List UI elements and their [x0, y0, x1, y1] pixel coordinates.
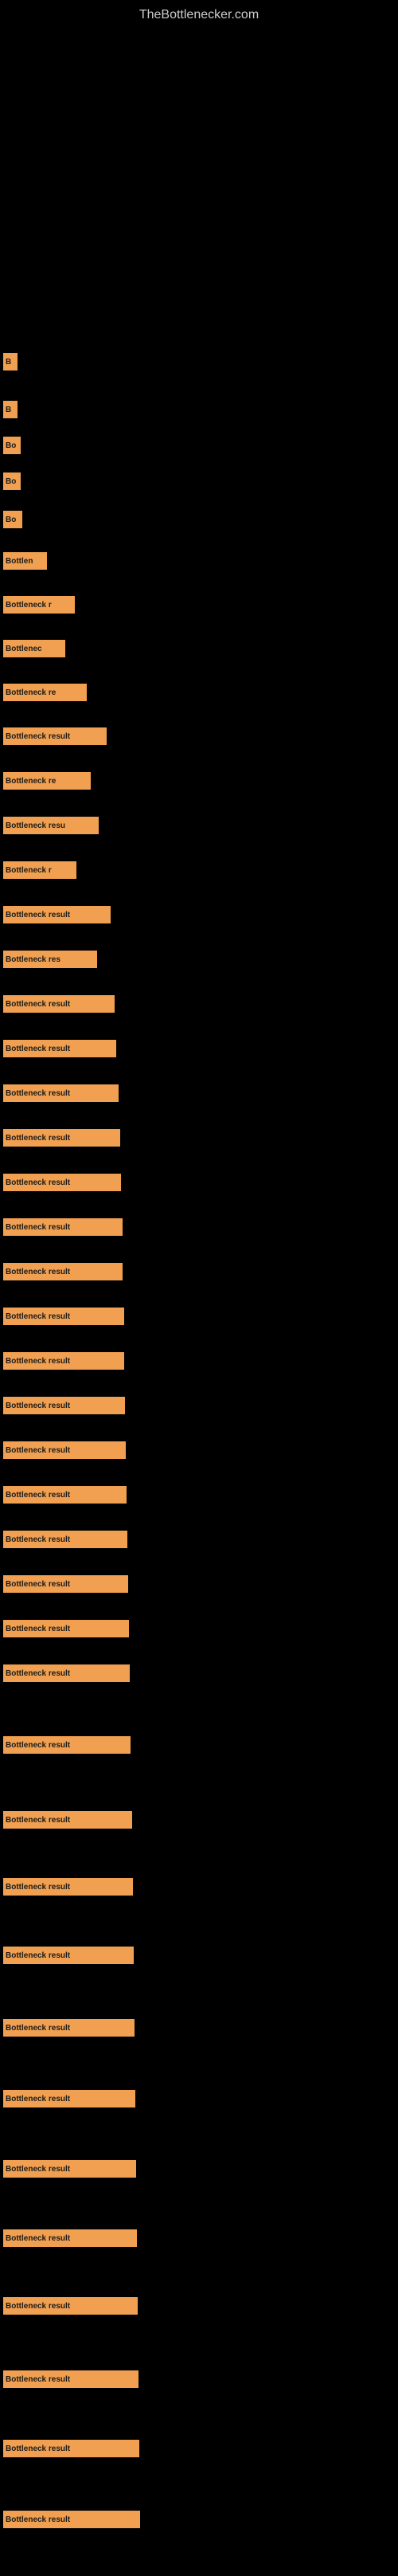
bar-item: Bottleneck result	[3, 2370, 139, 2388]
bar-label: Bo	[6, 441, 16, 450]
bar-item: Bottleneck result	[3, 2160, 136, 2178]
bar-item: Bottleneck result	[3, 1531, 127, 1548]
bar-item: Bo	[3, 437, 21, 454]
bar-item: Bottleneck result	[3, 1129, 120, 1147]
bar-item: B	[3, 353, 18, 371]
bar-item: Bottleneck result	[3, 1664, 130, 1682]
bar-label: Bottleneck result	[6, 732, 70, 741]
bar-item: Bottleneck result	[3, 1947, 134, 1964]
bar-item: Bottleneck result	[3, 1575, 128, 1593]
bar-item: Bottleneck result	[3, 1878, 133, 1896]
bar-item: Bottleneck result	[3, 1441, 126, 1459]
bar-item: Bottleneck result	[3, 1352, 124, 1370]
bar-item: B	[3, 401, 18, 418]
bar-item: Bottleneck resu	[3, 817, 99, 834]
bar-item: Bottleneck result	[3, 1397, 125, 1414]
bar-label: Bottleneck result	[6, 1816, 70, 1825]
bar-item: Bottleneck result	[3, 1040, 116, 1057]
bar-label: B	[6, 358, 11, 367]
bar-label: Bottleneck result	[6, 1089, 70, 1098]
bar-label: Bottleneck result	[6, 2234, 70, 2243]
bar-item: Bottleneck result	[3, 1308, 124, 1325]
bar-label: Bottleneck result	[6, 1491, 70, 1500]
bar-label: Bottleneck re	[6, 688, 56, 697]
bar-label: Bottleneck result	[6, 1268, 70, 1276]
bar-label: Bottlen	[6, 557, 33, 566]
bar-label: Bottleneck result	[6, 1223, 70, 1232]
bar-label: Bottleneck result	[6, 1669, 70, 1678]
bar-label: Bottleneck result	[6, 1446, 70, 1455]
bar-label: Bottleneck result	[6, 1741, 70, 1750]
bar-item: Bottlenec	[3, 640, 65, 657]
bar-label: Bottleneck result	[6, 1178, 70, 1187]
bar-label: Bottleneck result	[6, 2445, 70, 2453]
bar-label: Bottleneck result	[6, 1535, 70, 1544]
bar-item: Bottleneck r	[3, 596, 75, 614]
bar-label: Bottleneck r	[6, 866, 52, 875]
bar-label: Bottleneck result	[6, 1312, 70, 1321]
bar-label: Bottlenec	[6, 645, 42, 653]
bar-item: Bottleneck result	[3, 2229, 137, 2247]
bar-label: Bo	[6, 516, 16, 524]
bar-item: Bottleneck result	[3, 1811, 132, 1829]
bar-item: Bottleneck result	[3, 2440, 139, 2457]
bar-item: Bottleneck result	[3, 1620, 129, 1637]
bar-label: Bottleneck res	[6, 955, 60, 964]
bar-item: Bottleneck result	[3, 995, 115, 1013]
bar-item: Bottleneck result	[3, 2297, 138, 2315]
bar-label: Bottleneck result	[6, 2375, 70, 2384]
bar-label: Bottleneck r	[6, 601, 52, 610]
bar-label: Bottleneck re	[6, 777, 56, 786]
bar-label: Bottleneck result	[6, 1580, 70, 1589]
bar-label: Bottleneck result	[6, 1357, 70, 1366]
bar-item: Bottleneck result	[3, 1174, 121, 1191]
bar-label: Bottleneck result	[6, 911, 70, 919]
bar-item: Bottleneck re	[3, 684, 87, 701]
bar-item: Bottleneck result	[3, 1736, 131, 1754]
bar-item: Bottleneck result	[3, 2511, 140, 2528]
bar-item: Bottleneck res	[3, 951, 97, 968]
bar-label: Bottleneck result	[6, 1000, 70, 1009]
bar-item: Bottleneck result	[3, 727, 107, 745]
bar-label: Bottleneck resu	[6, 821, 65, 830]
bar-label: Bottleneck result	[6, 1134, 70, 1143]
bar-label: Bottleneck result	[6, 1883, 70, 1892]
bar-item: Bottleneck result	[3, 2090, 135, 2107]
bar-item: Bottleneck result	[3, 2019, 135, 2037]
bar-label: Bo	[6, 477, 16, 486]
bar-label: Bottleneck result	[6, 1402, 70, 1410]
bar-item: Bottleneck result	[3, 1263, 123, 1280]
bar-label: B	[6, 406, 11, 414]
bar-label: Bottleneck result	[6, 1625, 70, 1633]
bar-item: Bottleneck result	[3, 906, 111, 923]
bar-label: Bottleneck result	[6, 1045, 70, 1053]
bar-label: Bottleneck result	[6, 2095, 70, 2104]
bar-item: Bottleneck result	[3, 1486, 127, 1504]
bar-label: Bottleneck result	[6, 2165, 70, 2174]
bar-label: Bottleneck result	[6, 2302, 70, 2311]
bar-label: Bottleneck result	[6, 2024, 70, 2033]
site-title: TheBottlenecker.com	[0, 0, 398, 26]
bar-item: Bottleneck result	[3, 1084, 119, 1102]
bar-item: Bottleneck r	[3, 861, 76, 879]
bar-item: Bottleneck re	[3, 772, 91, 790]
bar-label: Bottleneck result	[6, 1951, 70, 1960]
bar-item: Bo	[3, 511, 22, 528]
bar-label: Bottleneck result	[6, 2515, 70, 2524]
bar-item: Bottlen	[3, 552, 47, 570]
bar-item: Bo	[3, 472, 21, 490]
bar-item: Bottleneck result	[3, 1218, 123, 1236]
